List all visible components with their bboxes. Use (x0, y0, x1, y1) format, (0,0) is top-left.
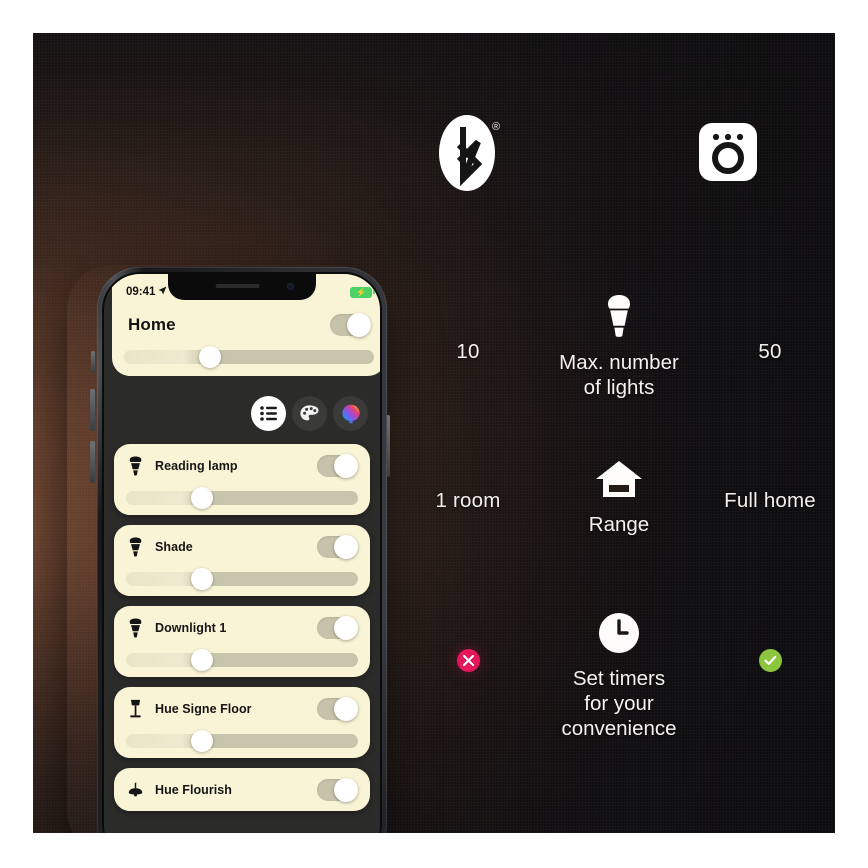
light-list[interactable]: Reading lamp Shade Downlight 1 Hue Signe Fl… (114, 444, 370, 833)
palette-icon (300, 404, 319, 420)
comparison-row-timers: Set timers for your convenience (403, 613, 835, 741)
max-lights-right-value: 50 (758, 340, 782, 363)
battery-bolt-glyph: ⚡ (356, 287, 366, 297)
spot-bulb-icon (129, 456, 142, 476)
spot-bulb-icon (129, 537, 142, 557)
light-card-header: Downlight 1 (114, 606, 370, 640)
light-name: Downlight 1 (155, 621, 227, 635)
phone-mockup: 09:41 ⚡ Home Reading lamp Shade Downligh… (59, 255, 390, 833)
list-icon (259, 406, 277, 421)
timers-left-badge-col (403, 613, 533, 672)
timers-label: Set timers for your convenience (561, 667, 677, 740)
light-toggle[interactable] (317, 778, 358, 802)
toggle-knob (334, 616, 358, 640)
light-bulb-icon (533, 295, 705, 342)
promo-image: ® 10 Max. number of lights 50 1 room Ran… (33, 33, 835, 833)
range-left-value: 1 room (435, 489, 501, 512)
slider-knob[interactable] (199, 346, 221, 368)
status-time: 09:41 (126, 286, 156, 298)
toggle-knob (334, 454, 358, 478)
light-card[interactable]: Hue Flourish (114, 768, 370, 811)
phone-body: 09:41 ⚡ Home Reading lamp Shade Downligh… (97, 267, 387, 833)
home-title-row: Home (112, 302, 380, 337)
toggle-knob (334, 535, 358, 559)
comparison-panel: ® 10 Max. number of lights 50 1 room Ran… (403, 33, 835, 833)
light-brightness-slider[interactable] (126, 730, 358, 752)
light-toggle[interactable] (317, 697, 358, 721)
light-toggle[interactable] (317, 454, 358, 478)
zigbee-bridge-icon (699, 123, 757, 186)
light-brightness-slider[interactable] (126, 487, 358, 509)
home-range-icon (533, 461, 705, 504)
pendant-lamp-icon (128, 782, 143, 797)
range-left-value-col: 1 room (403, 461, 533, 514)
earpiece-speaker (215, 284, 260, 288)
light-card[interactable]: Shade (114, 525, 370, 596)
phone-screen: 09:41 ⚡ Home Reading lamp Shade Downligh… (104, 274, 380, 833)
tab-colors[interactable] (333, 396, 368, 431)
hero-icon-row: ® (403, 115, 835, 205)
light-card[interactable]: Downlight 1 (114, 606, 370, 677)
silent-switch[interactable] (91, 351, 95, 373)
light-card-header: Shade (114, 525, 370, 559)
front-camera-icon (287, 283, 294, 290)
light-card[interactable]: Hue Signe Floor (114, 687, 370, 758)
location-arrow-icon (158, 286, 167, 298)
max-lights-left-value: 10 (456, 340, 480, 363)
tab-scenes[interactable] (292, 396, 327, 431)
phone-notch (168, 274, 316, 300)
page-title: Home (128, 315, 176, 334)
range-label: Range (588, 513, 650, 536)
home-master-toggle[interactable] (330, 313, 371, 337)
status-time-group: 09:41 (126, 286, 167, 298)
slider-knob[interactable] (190, 730, 213, 752)
cross-badge-icon (456, 649, 480, 672)
timers-label-col: Set timers for your convenience (533, 613, 705, 741)
light-card-header: Hue Signe Floor (114, 687, 370, 721)
toggle-knob (334, 778, 358, 802)
light-card[interactable]: Reading lamp (114, 444, 370, 515)
toggle-knob (347, 313, 371, 337)
max-lights-label-col: Max. number of lights (533, 295, 705, 400)
battery-charging-icon: ⚡ (350, 286, 375, 298)
tab-rooms[interactable] (251, 396, 286, 431)
max-lights-left-value-col: 10 (403, 295, 533, 365)
timers-right-badge-col (705, 613, 835, 672)
light-toggle[interactable] (317, 616, 358, 640)
light-name: Reading lamp (155, 459, 238, 473)
clock-timer-icon (533, 613, 705, 658)
light-name: Shade (155, 540, 193, 554)
range-label-col: Range (533, 461, 705, 537)
spot-bulb-icon (129, 618, 142, 638)
comparison-row-range: 1 room Range Full home (403, 461, 835, 537)
phone-bezel: 09:41 ⚡ Home Reading lamp Shade Downligh… (102, 272, 382, 833)
volume-down-button[interactable] (90, 441, 95, 483)
max-lights-right-value-col: 50 (705, 295, 835, 365)
slider-knob[interactable] (190, 568, 213, 590)
bluetooth-logo (439, 115, 495, 196)
tab-bar (251, 396, 368, 431)
slider-knob[interactable] (190, 649, 213, 671)
floor-lamp-icon (130, 699, 141, 718)
comparison-row-max-lights: 10 Max. number of lights 50 (403, 295, 835, 400)
light-card-header: Reading lamp (114, 444, 370, 478)
check-badge-icon (758, 649, 782, 672)
light-name: Hue Flourish (155, 783, 232, 797)
home-brightness-slider[interactable] (124, 346, 374, 368)
max-lights-label: Max. number of lights (559, 351, 679, 399)
light-toggle[interactable] (317, 535, 358, 559)
light-brightness-slider[interactable] (126, 649, 358, 671)
range-right-value-col: Full home (705, 461, 835, 514)
light-brightness-slider[interactable] (126, 568, 358, 590)
color-droplet-icon (341, 404, 360, 423)
light-card-header: Hue Flourish (114, 768, 370, 802)
range-right-value: Full home (724, 489, 816, 512)
toggle-knob (334, 697, 358, 721)
bluetooth-trademark: ® (492, 121, 501, 133)
volume-up-button[interactable] (90, 389, 95, 431)
slider-knob[interactable] (190, 487, 213, 509)
light-name: Hue Signe Floor (155, 702, 252, 716)
